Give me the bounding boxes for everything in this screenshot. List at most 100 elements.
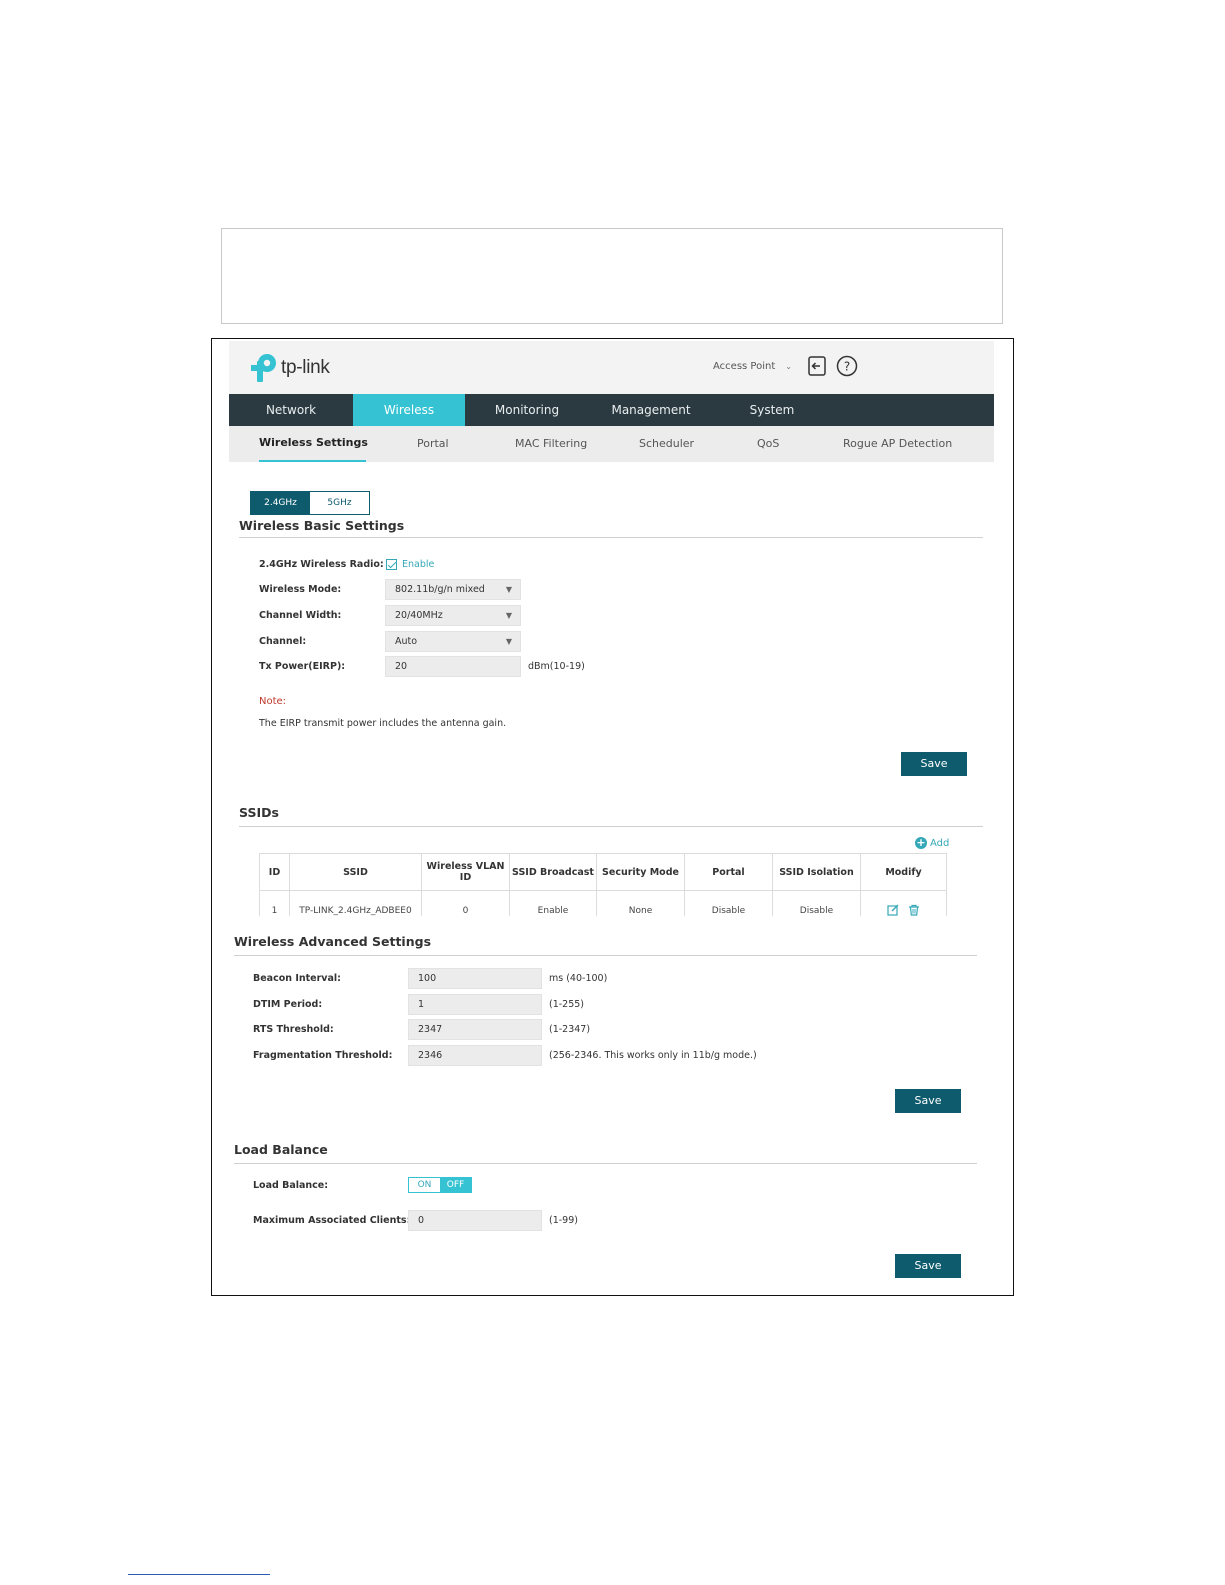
channel-select[interactable]: Auto ▼ (385, 631, 521, 652)
tx-power-input[interactable]: 20 (385, 656, 521, 677)
top-header: tp-link Access Point ⌄ ? (229, 341, 994, 394)
save-advanced-button[interactable]: Save (895, 1089, 961, 1113)
subnav-wireless-settings[interactable]: Wireless Settings (259, 426, 368, 462)
load-balance-title: Load Balance (234, 1142, 328, 1157)
column-header: ID (259, 853, 290, 891)
column-header: SSID Broadcast (509, 853, 597, 891)
chevron-down-icon: ⌄ (785, 362, 792, 371)
logout-icon[interactable] (806, 355, 828, 377)
load-balance-toggle[interactable]: ON OFF (408, 1177, 472, 1193)
cell-modify (860, 890, 947, 916)
toggle-on[interactable]: ON (409, 1178, 440, 1192)
table-header-row: ID SSID Wireless VLAN ID SSID Broadcast … (259, 853, 947, 891)
nav-monitoring[interactable]: Monitoring (465, 394, 589, 426)
svg-text:?: ? (844, 360, 850, 374)
nav-network[interactable]: Network (229, 394, 353, 426)
fragmentation-threshold-input[interactable]: 2346 (408, 1045, 542, 1066)
wireless-mode-label: Wireless Mode: (259, 584, 342, 595)
subnav-portal[interactable]: Portal (417, 426, 449, 462)
edit-icon[interactable] (887, 904, 899, 916)
divider (239, 826, 983, 827)
cell-isolation: Disable (772, 890, 861, 916)
nav-management[interactable]: Management (589, 394, 713, 426)
ssids-title: SSIDs (239, 805, 279, 820)
channel-label: Channel: (259, 636, 307, 647)
dtim-period-label: DTIM Period: (253, 999, 323, 1010)
note-title: Note: (259, 696, 287, 707)
rts-threshold-input[interactable]: 2347 (408, 1019, 542, 1040)
column-header: SSID Isolation (772, 853, 861, 891)
mode-select[interactable]: Access Point ⌄ (713, 361, 792, 372)
column-header: SSID (289, 853, 422, 891)
nav-system[interactable]: System (713, 394, 831, 426)
nav-wireless[interactable]: Wireless (353, 394, 465, 426)
beacon-interval-input[interactable]: 100 (408, 968, 542, 989)
max-clients-input[interactable]: 0 (408, 1210, 542, 1231)
max-clients-hint: (1-99) (549, 1215, 578, 1226)
screenshot-frame: tp-link Access Point ⌄ ? Network Wireles… (211, 338, 1014, 1296)
plus-icon: + (915, 836, 927, 849)
divider (234, 955, 977, 956)
channel-width-select[interactable]: 20/40MHz ▼ (385, 605, 521, 626)
radio-label: 2.4GHz Wireless Radio: (259, 559, 384, 570)
dropdown-arrow-icon: ▼ (505, 585, 512, 594)
tab-2-4ghz[interactable]: 2.4GHz (251, 492, 310, 514)
beacon-interval-hint: ms (40-100) (549, 973, 608, 984)
enable-checkbox[interactable] (386, 559, 397, 570)
logo-text: tp-link (281, 357, 330, 378)
tx-power-hint: dBm(10-19) (528, 661, 585, 672)
rts-threshold-label: RTS Threshold: (253, 1024, 334, 1035)
channel-width-value: 20/40MHz (395, 610, 443, 621)
subnav-mac-filtering[interactable]: MAC Filtering (515, 426, 587, 462)
logo: tp-link (249, 351, 330, 385)
tp-link-logo-icon (251, 354, 276, 382)
load-balance-label: Load Balance: (253, 1180, 329, 1191)
dtim-period-input[interactable]: 1 (408, 994, 542, 1015)
column-header: Modify (860, 853, 947, 891)
column-header: Security Mode (596, 853, 685, 891)
subnav-rogue-ap-detection[interactable]: Rogue AP Detection (843, 426, 952, 462)
cell-vlan: 0 (421, 890, 510, 916)
advanced-settings-title: Wireless Advanced Settings (234, 934, 432, 949)
save-load-balance-button[interactable]: Save (895, 1254, 961, 1278)
column-header: Wireless VLAN ID (421, 853, 510, 891)
toggle-off[interactable]: OFF (440, 1178, 471, 1192)
band-tabs: 2.4GHz 5GHz (250, 491, 370, 515)
basic-settings-title: Wireless Basic Settings (239, 518, 405, 533)
dtim-period-hint: (1-255) (549, 999, 585, 1010)
dropdown-arrow-icon: ▼ (505, 611, 512, 620)
subnav-scheduler[interactable]: Scheduler (639, 426, 694, 462)
cell-security: None (596, 890, 685, 916)
tab-5ghz[interactable]: 5GHz (310, 492, 369, 514)
mode-label: Access Point (713, 361, 776, 372)
subnav-qos[interactable]: QoS (757, 426, 779, 462)
note-text: The EIRP transmit power includes the ant… (259, 718, 507, 729)
add-ssid-button[interactable]: + Add (915, 837, 949, 849)
table-row: 1 TP-LINK_2.4GHz_ADBEE0 0 Enable None Di… (259, 890, 947, 916)
main-nav: Network Wireless Monitoring Management S… (229, 394, 994, 426)
wireless-mode-value: 802.11b/g/n mixed (395, 584, 485, 595)
tx-power-label: Tx Power(EIRP): (259, 661, 346, 672)
enable-checkbox-label: Enable (402, 559, 435, 570)
channel-width-label: Channel Width: (259, 610, 342, 621)
divider (234, 1163, 977, 1164)
cell-broadcast: Enable (509, 890, 597, 916)
help-icon[interactable]: ? (836, 355, 858, 377)
divider (239, 537, 983, 538)
ssid-table: ID SSID Wireless VLAN ID SSID Broadcast … (259, 853, 947, 916)
delete-icon[interactable] (908, 904, 920, 916)
beacon-interval-label: Beacon Interval: (253, 973, 341, 984)
sub-nav: Wireless Settings Portal MAC Filtering S… (229, 426, 994, 462)
note-box (221, 228, 1003, 324)
footer-link-underline (128, 1574, 270, 1575)
dropdown-arrow-icon: ▼ (505, 637, 512, 646)
rts-threshold-hint: (1-2347) (549, 1024, 591, 1035)
cell-id: 1 (259, 890, 290, 916)
channel-value: Auto (395, 636, 418, 647)
add-label: Add (930, 837, 950, 849)
wireless-mode-select[interactable]: 802.11b/g/n mixed ▼ (385, 579, 521, 600)
ssid-table-viewport: ID SSID Wireless VLAN ID SSID Broadcast … (252, 851, 952, 916)
save-basic-button[interactable]: Save (901, 752, 967, 776)
max-clients-label: Maximum Associated Clients: (253, 1215, 411, 1226)
fragmentation-threshold-label: Fragmentation Threshold: (253, 1050, 393, 1061)
